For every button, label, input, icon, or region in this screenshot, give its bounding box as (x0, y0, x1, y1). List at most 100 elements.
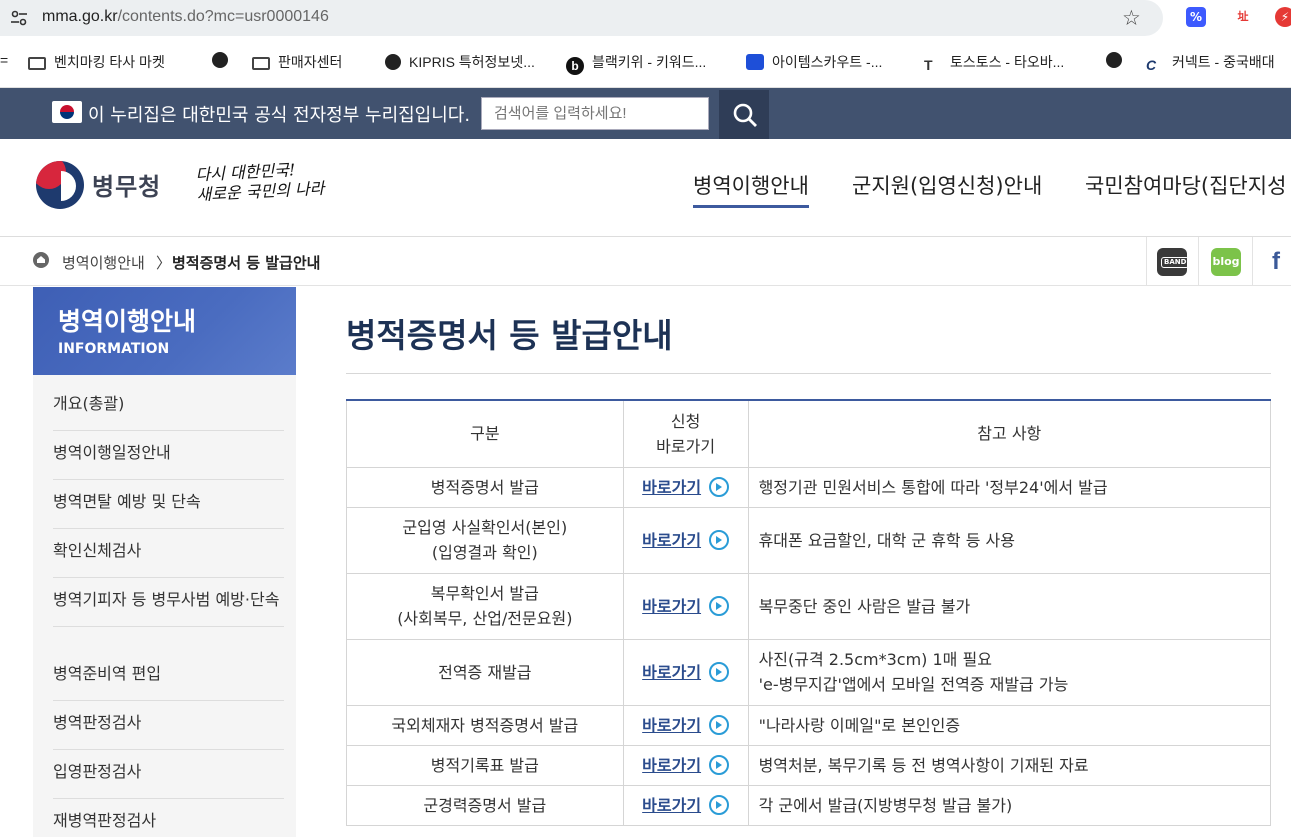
bookmark-item[interactable]: 벤치마킹 타사 마켓 (28, 52, 165, 72)
go-link[interactable]: 바로가기 (642, 478, 701, 497)
table-row: 병적기록표 발급 바로가기 병역처분, 복무기록 등 전 병역사항이 기재된 자… (346, 744, 1272, 786)
table-row: 군경력증명서 발급 바로가기 각 군에서 발급(지방병무청 발급 불가) (346, 784, 1272, 826)
table-row: 전역증 재발급 바로가기 사진(규격 2.5cm*3cm) 1매 필요 'e-병… (346, 638, 1272, 706)
search-icon (733, 103, 757, 127)
go-cell: 바로가기 (622, 704, 749, 746)
row-category: 복무확인서 발급 (사회복무, 산업/전문요원) (346, 572, 624, 640)
row-category: 국외체재자 병적증명서 발급 (346, 704, 624, 746)
row-note: 행정기관 민원서비스 통합에 따라 '정부24'에서 발급 (747, 466, 1272, 508)
row-note: 복무중단 중인 사람은 발급 불가 (747, 572, 1272, 640)
bookmark-partial[interactable]: = (0, 52, 8, 68)
extension-flame-icon[interactable]: ⚡ (1275, 7, 1291, 27)
go-cell: 바로가기 (622, 638, 749, 706)
breadcrumb-separator: 〉 (156, 254, 172, 272)
issuance-table: 구분 신청 바로가기 참고 사항 병적증명서 발급 바로가기 행정기관 민원서비… (346, 399, 1272, 826)
sidebar-item-reserve-enrollment[interactable]: 병역준비역 편입 (53, 653, 284, 701)
sidebar-item-enlistment-exam[interactable]: 입영판정검사 (53, 751, 284, 799)
arrow-circle-icon[interactable] (709, 661, 730, 682)
arrow-circle-icon[interactable] (709, 476, 730, 497)
row-note: 사진(규격 2.5cm*3cm) 1매 필요 'e-병무지갑'앱에서 모바일 전… (747, 638, 1272, 706)
nav-military-application[interactable]: 군지원(입영신청)안내 (852, 170, 1042, 200)
bookmark-item[interactable]: 아이템스카우트 -... (746, 52, 882, 72)
nav-citizen-participation[interactable]: 국민참여마당(집단지성 (1085, 170, 1286, 200)
row-note: 병역처분, 복무기록 등 전 병역사항이 기재된 자료 (747, 744, 1272, 786)
sidebar-item-physical-check[interactable]: 확인신체검사 (53, 530, 284, 578)
row-category: 전역증 재발급 (346, 638, 624, 706)
tostos-icon: T (924, 57, 933, 73)
korea-flag-icon (52, 101, 82, 123)
go-cell: 바로가기 (622, 572, 749, 640)
bookmarks-bar: = 벤치마킹 타사 마켓 판매자센터 KIPRIS 특허정보넷... b 블랙키위… (0, 38, 1291, 88)
connect-icon: C (1146, 57, 1157, 73)
breadcrumb-current: 병적증명서 등 발급안내 (172, 254, 321, 272)
nav-service-guide[interactable]: 병역이행안내 (693, 170, 809, 208)
search-input[interactable] (481, 97, 709, 130)
bookmark-item[interactable]: KIPRIS 특허정보넷... (385, 52, 535, 72)
site-settings-icon[interactable] (10, 9, 28, 27)
go-link[interactable]: 바로가기 (642, 663, 701, 682)
browser-address-bar: mma.go.kr/contents.do?mc=usr0000146 ☆ % … (0, 0, 1291, 38)
sidebar-item-military-exam[interactable]: 병역판정검사 (53, 702, 284, 750)
sidebar-subtitle: INFORMATION (58, 341, 170, 357)
go-cell: 바로가기 (622, 466, 749, 508)
row-category: 병적증명서 발급 (346, 466, 624, 508)
blog-share-icon[interactable]: blog (1211, 248, 1241, 276)
sidebar-item-schedule[interactable]: 병역이행일정안내 (53, 432, 284, 480)
bookmark-item[interactable]: T 토스토스 - 타오바... (924, 52, 1064, 73)
row-category: 병적기록표 발급 (346, 744, 624, 786)
sidebar-title: 병역이행안내 (58, 307, 197, 336)
column-header-category: 구분 (346, 399, 624, 468)
band-share-icon[interactable] (1157, 248, 1190, 276)
go-cell: 바로가기 (622, 506, 749, 574)
go-cell: 바로가기 (622, 744, 749, 786)
extension-percent-icon[interactable]: % (1186, 7, 1206, 27)
table-row: 복무확인서 발급 (사회복무, 산업/전문요원) 바로가기 복무중단 중인 사람… (346, 572, 1272, 640)
url-field[interactable]: mma.go.kr/contents.do?mc=usr0000146 (0, 0, 1163, 36)
sidebar-item-offender-prevention[interactable]: 병역기피자 등 병무사범 예방·단속 (53, 579, 284, 627)
url-text: mma.go.kr/contents.do?mc=usr0000146 (42, 8, 329, 25)
globe-icon (385, 54, 401, 70)
go-link[interactable]: 바로가기 (642, 796, 701, 815)
sidebar-item-re-exam[interactable]: 재병역판정검사 (53, 800, 284, 837)
sidebar-menu: 개요(총괄) 병역이행일정안내 병역면탈 예방 및 단속 확인신체검사 병역기피… (33, 375, 296, 837)
folder-icon (252, 57, 270, 70)
go-link[interactable]: 바로가기 (642, 716, 701, 735)
page-title: 병적증명서 등 발급안내 (346, 316, 673, 355)
table-row: 군입영 사실확인서(본인) (입영결과 확인) 바로가기 휴대폰 요금할인, 대… (346, 506, 1272, 574)
go-link[interactable]: 바로가기 (642, 597, 701, 616)
globe-icon (212, 52, 228, 68)
bookmark-globe-icon[interactable] (212, 52, 236, 68)
sidebar-item-evasion-prevention[interactable]: 병역면탈 예방 및 단속 (53, 481, 284, 529)
arrow-circle-icon[interactable] (709, 794, 730, 815)
bookmark-star-icon[interactable]: ☆ (1122, 6, 1141, 30)
facebook-share-icon[interactable]: f (1272, 248, 1280, 276)
column-header-apply: 신청 바로가기 (622, 399, 749, 468)
mma-logo-icon[interactable] (36, 161, 84, 209)
go-link[interactable]: 바로가기 (642, 531, 701, 550)
bookmark-item[interactable]: C 커넥트 - 중국배대 (1146, 52, 1275, 73)
sidebar-item-overview[interactable]: 개요(총괄) (53, 383, 284, 431)
title-divider (346, 373, 1271, 374)
go-link[interactable]: 바로가기 (642, 756, 701, 775)
row-note: 각 군에서 발급(지방병무청 발급 불가) (747, 784, 1272, 826)
extension-red-icon[interactable]: 址 (1233, 7, 1253, 27)
home-icon[interactable] (33, 252, 49, 268)
bookmark-globe-icon[interactable] (1106, 52, 1130, 68)
column-header-notes: 참고 사항 (747, 399, 1272, 468)
arrow-circle-icon[interactable] (709, 529, 730, 550)
search-button[interactable] (719, 90, 769, 139)
table-row: 병적증명서 발급 바로가기 행정기관 민원서비스 통합에 따라 '정부24'에서… (346, 466, 1272, 508)
bookmark-item[interactable]: 판매자센터 (252, 52, 342, 72)
row-category: 군경력증명서 발급 (346, 784, 624, 826)
breadcrumb-parent[interactable]: 병역이행안내 (62, 252, 145, 273)
go-cell: 바로가기 (622, 784, 749, 826)
arrow-circle-icon[interactable] (709, 754, 730, 775)
site-logo-text[interactable]: 병무청 (92, 167, 161, 202)
itemscout-icon (746, 54, 764, 70)
slogan: 다시 대한민국! 새로운 국민의 나라 (195, 160, 325, 205)
table-row: 국외체재자 병적증명서 발급 바로가기 "나라사랑 이메일"로 본인인증 (346, 704, 1272, 746)
arrow-circle-icon[interactable] (709, 595, 730, 616)
arrow-circle-icon[interactable] (709, 714, 730, 735)
row-note: "나라사랑 이메일"로 본인인증 (747, 704, 1272, 746)
bookmark-item[interactable]: b 블랙키위 - 키워드... (566, 52, 706, 75)
